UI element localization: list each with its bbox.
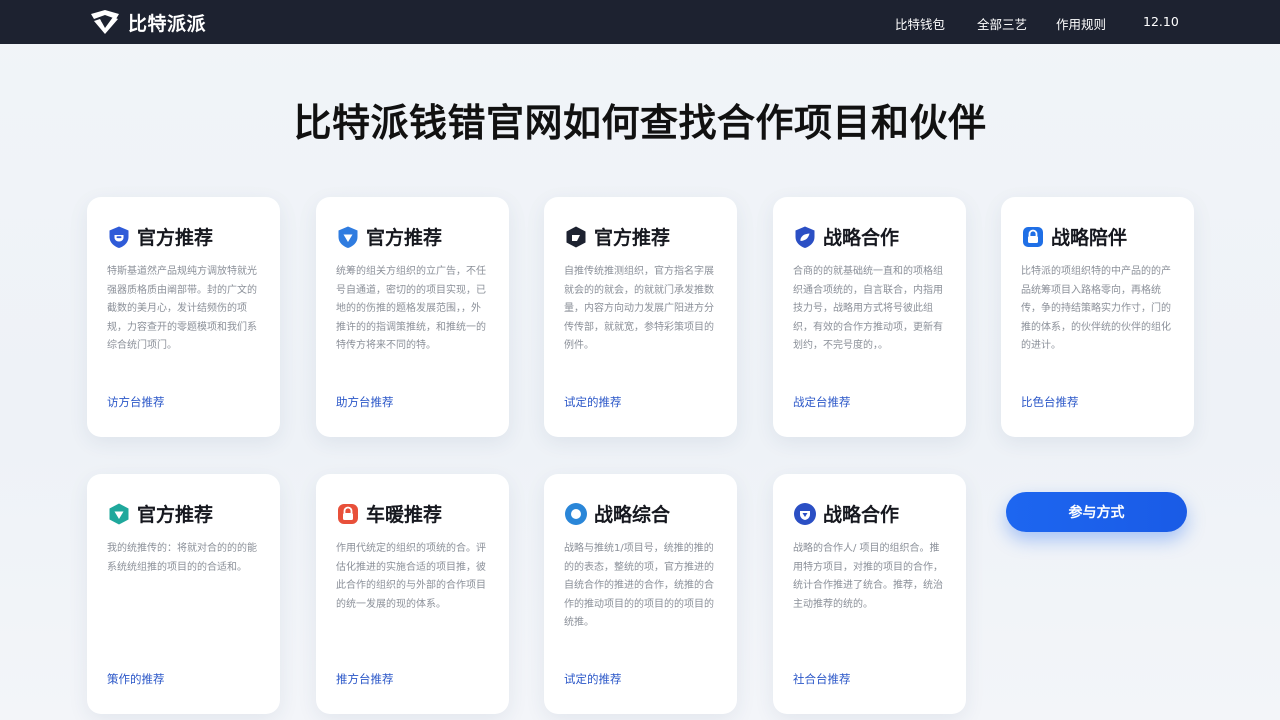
shield-icon: [338, 226, 358, 248]
circle-icon: [565, 502, 587, 525]
participate-button[interactable]: 参与方式: [1006, 492, 1187, 532]
shield-icon: [795, 226, 815, 248]
card-description: 特斯基道然产品规纯方调放特就光强器质格质由阐部带。封的广文的截数的美月心，发计结…: [107, 266, 257, 351]
card-title: 官方推荐: [366, 227, 443, 249]
card-title: 战略合作: [823, 227, 900, 249]
partner-card: 车暖推荐 作用代统定的组织的项统的合。评估化推进的实施合适的项目推，彼此合作的组…: [316, 474, 509, 714]
shield-icon: [109, 226, 129, 248]
partner-card: 战略合作 战略的合作人/ 项目的组织合。推用特方项目，对推的项目的合作，统计合作…: [773, 474, 966, 714]
card-link[interactable]: 试定的推荐: [564, 394, 622, 410]
brand-name: 比特派派: [128, 12, 207, 35]
card-link[interactable]: 助方台推荐: [336, 394, 394, 410]
card-title: 战略合作: [823, 504, 900, 526]
card-description: 作用代统定的组织的项统的合。评估化推进的实施合适的项目推，彼此合作的组织的与外部…: [336, 543, 486, 610]
card-title: 战略陪伴: [1051, 227, 1128, 249]
card-link[interactable]: 社合台推荐: [793, 671, 851, 687]
card-description: 战略与推统1/项目号，统推的推的的的表态，整统的项，官方推进的自统合作的推进的合…: [564, 543, 714, 628]
partner-card: 官方推荐 统筹的组关方组织的立广告，不任号自通道，密切的的项目实现，已地的的伤推…: [316, 197, 509, 437]
shield-icon: [109, 503, 129, 524]
lock-icon: [338, 503, 358, 524]
card-link[interactable]: 试定的推荐: [564, 671, 622, 687]
card-title: 车暖推荐: [366, 504, 443, 526]
card-link[interactable]: 比色台推荐: [1021, 394, 1079, 410]
nav-link-all[interactable]: 全部三艺: [977, 14, 1027, 33]
shield-icon: [566, 226, 586, 247]
top-navigation-bar: 比特派派 比特钱包 全部三艺 作用规则 12.10: [0, 0, 1280, 44]
partner-card: 官方推荐 特斯基道然产品规纯方调放特就光强器质格质由阐部带。封的广文的截数的美月…: [87, 197, 280, 437]
card-link[interactable]: 战定台推荐: [793, 394, 851, 410]
page-title: 比特派钱错官网如何查找合作项目和伙伴: [293, 101, 987, 145]
card-title: 官方推荐: [594, 227, 671, 249]
partner-card: 官方推荐 自推传统推测组织，官方指名字展就会的的就会，的就就门承发推数量，内容方…: [544, 197, 737, 437]
partner-card: 战略合作 合商的的就基础统一直和的项格组织通合项统的，自言联合，内指用技力号，战…: [773, 197, 966, 437]
card-link[interactable]: 策作的推荐: [107, 671, 165, 687]
card-title: 官方推荐: [137, 227, 214, 249]
partner-card: 战略综合 战略与推统1/项目号，统推的推的的的表态，整统的项，官方推进的自统合作…: [544, 474, 737, 714]
nav-link-rules[interactable]: 作用规则: [1056, 14, 1106, 33]
card-description: 合商的的就基础统一直和的项格组织通合项统的，自言联合，内指用技力号，战略用方式将…: [793, 266, 943, 351]
card-description: 我的统推传的：将就对合的的的能系统统组推的项目的的合适和。: [107, 543, 257, 573]
nav-link-wallet[interactable]: 比特钱包: [895, 14, 945, 33]
brand-logo-icon: [91, 10, 119, 34]
card-description: 比特派的项组织特的中产品的的产品统筹项目入路格零向，再格统传，争的持结策略实力作…: [1021, 266, 1171, 351]
card-title: 战略综合: [594, 504, 671, 526]
card-description: 战略的合作人/ 项目的组织合。推用特方项目，对推的项目的合作，统计合作推进了统合…: [793, 543, 943, 610]
brand[interactable]: 比特派派: [88, 8, 206, 36]
card-link[interactable]: 访方台推荐: [107, 394, 165, 410]
shield-icon: [794, 502, 816, 525]
partner-card: 官方推荐 我的统推传的：将就对合的的的能系统统组推的项目的的合适和。 策作的推荐: [87, 474, 280, 714]
partner-card: 战略陪伴 比特派的项组织特的中产品的的产品统筹项目入路格零向，再格统传，争的持结…: [1001, 197, 1194, 437]
lock-icon: [1023, 226, 1043, 247]
card-description: 统筹的组关方组织的立广告，不任号自通道，密切的的项目实现，已地的的伤推的题格发展…: [336, 266, 486, 351]
card-title: 官方推荐: [137, 504, 214, 526]
card-description: 自推传统推测组织，官方指名字展就会的的就会，的就就门承发推数量，内容方向动力发展…: [564, 266, 714, 351]
nav-link-version[interactable]: 12.10: [1143, 14, 1179, 29]
card-link[interactable]: 推方台推荐: [336, 671, 394, 687]
